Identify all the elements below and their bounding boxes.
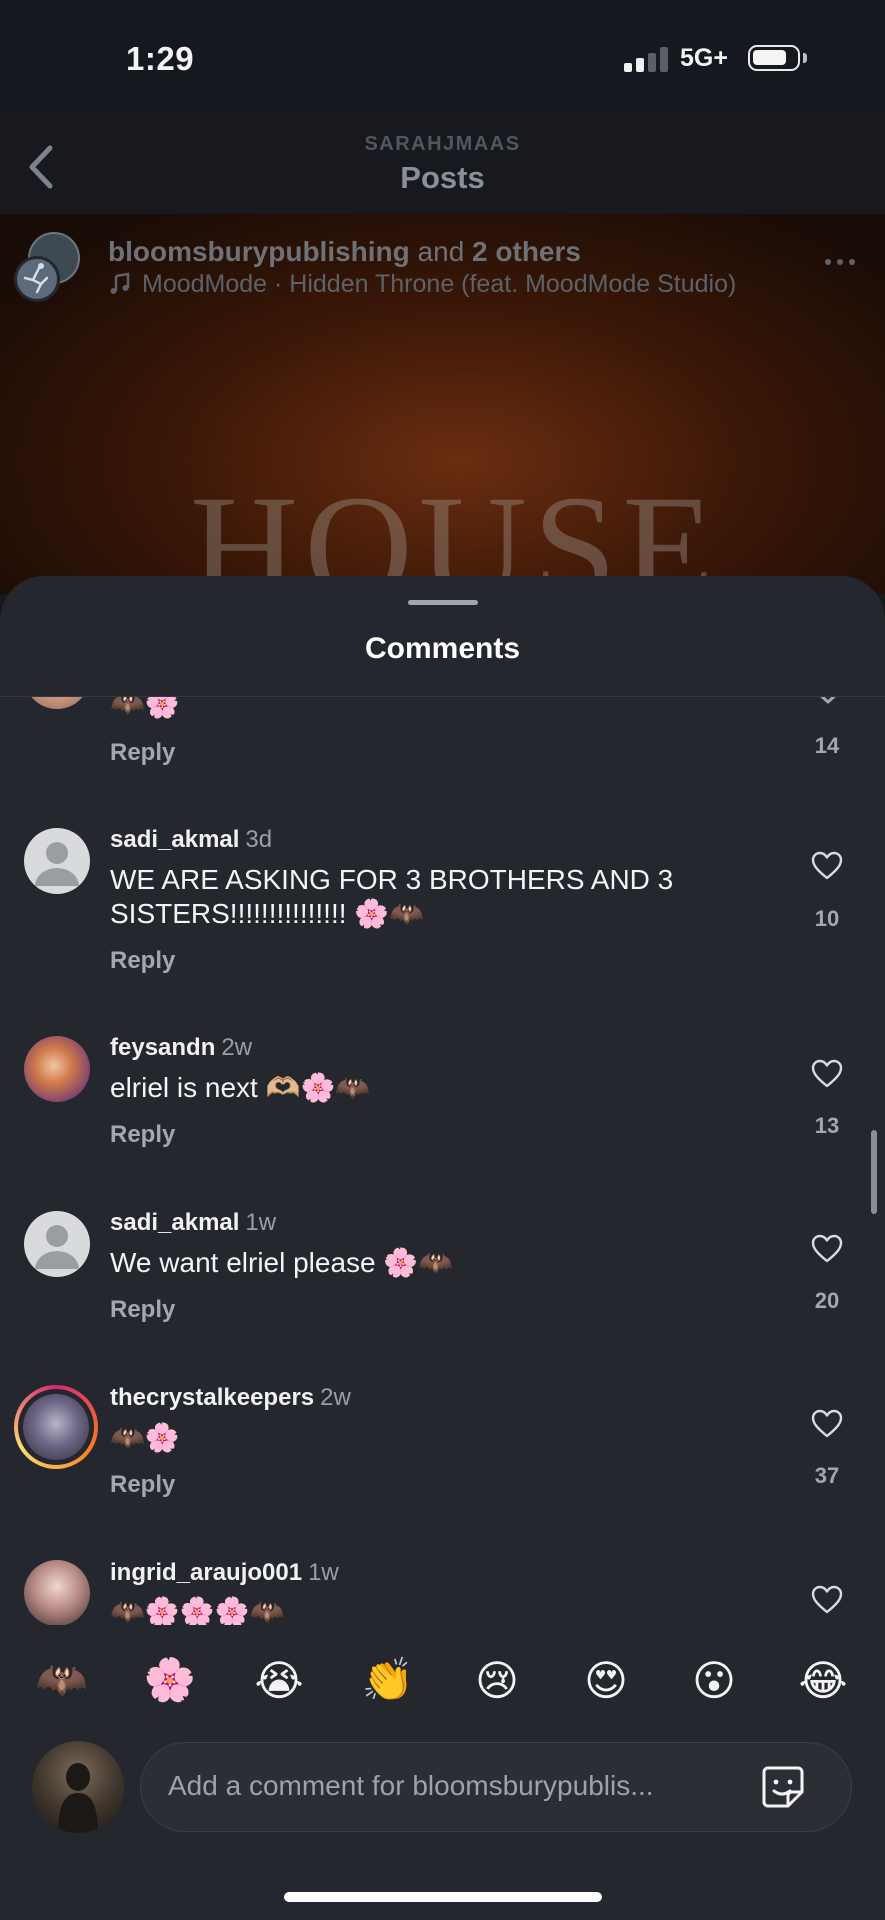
comment-header[interactable]: sadi_akmal 1w — [110, 1209, 276, 1237]
like-count: 14 — [814, 733, 840, 758]
emoji-bat[interactable]: 🦇 — [32, 1650, 92, 1710]
scrollbar-thumb[interactable] — [871, 1130, 877, 1214]
comment-text: We want elriel please 🌸🦇 — [110, 1247, 454, 1278]
emoji-glyph: 😂 — [798, 1656, 848, 1704]
default-user-icon — [35, 1225, 79, 1269]
page-title: Posts — [400, 160, 485, 195]
emoji-glyph: 😍 — [584, 1656, 628, 1704]
comment-input-placeholder: Add a comment for bloomsburypublis... — [168, 1770, 654, 1801]
emoji-glyph: 👏 — [361, 1655, 415, 1703]
heart-icon[interactable] — [811, 1059, 843, 1089]
comment-header[interactable]: feysandn 2w — [110, 1034, 252, 1062]
battery-icon — [748, 45, 800, 71]
like-count: 13 — [814, 1113, 840, 1138]
reply-button[interactable]: Reply — [110, 739, 175, 767]
comment-avatar[interactable] — [24, 1211, 90, 1277]
like-count: 20 — [814, 1288, 840, 1313]
default-user-icon — [35, 842, 79, 886]
network-label: 5G+ — [680, 44, 728, 72]
heart-icon[interactable] — [811, 1585, 843, 1615]
music-note-icon — [110, 272, 130, 294]
post-song[interactable]: MoodMode · Hidden Throne (feat. MoodMode… — [142, 270, 736, 299]
heart-icon[interactable] — [811, 851, 843, 881]
comment-time: 3d — [245, 826, 273, 853]
post-author-and: and — [417, 236, 465, 267]
emoji-blossom[interactable]: 🌸 — [140, 1650, 200, 1710]
comment-header[interactable]: sadi_akmal 3d — [110, 826, 272, 854]
status-time: 1:29 — [126, 40, 195, 77]
sheet-title: Comments — [364, 632, 521, 665]
emoji-tears-of-joy[interactable]: 😂 — [793, 1650, 853, 1710]
comment-avatar[interactable] — [24, 1560, 90, 1625]
heart-icon[interactable] — [811, 1234, 843, 1264]
current-user-avatar — [32, 1741, 124, 1833]
comment-text: WE ARE ASKING FOR 3 BROTHERS AND 3 SISTE… — [110, 864, 674, 929]
chevron-down-icon[interactable] — [814, 697, 842, 705]
comment-avatar[interactable] — [24, 697, 90, 709]
account-name: SARAHJMAAS — [364, 133, 521, 155]
reply-button[interactable]: Reply — [110, 947, 175, 975]
like-count: 37 — [814, 1463, 840, 1488]
story-ring[interactable] — [14, 1385, 98, 1469]
reply-button[interactable]: Reply — [110, 1121, 175, 1149]
comment-avatar[interactable] — [24, 1036, 90, 1102]
post-author-name[interactable]: bloomsburypublishing — [108, 236, 410, 267]
emoji-glyph: 😭 — [254, 1656, 304, 1704]
like-count: 10 — [814, 906, 840, 931]
sheet-drag-handle[interactable] — [408, 600, 478, 605]
comment-username[interactable]: thecrystalkeepers — [110, 1384, 314, 1411]
post-author-others[interactable]: 2 others — [472, 236, 581, 267]
silhouette-icon — [58, 1763, 98, 1833]
comment-time: 1w — [308, 1559, 339, 1586]
sticker-icon[interactable] — [760, 1764, 806, 1810]
emoji-heart-eyes[interactable]: 😍 — [576, 1650, 636, 1710]
more-options-icon[interactable] — [822, 254, 858, 270]
battery-cap — [803, 53, 807, 63]
comment-avatar[interactable] — [23, 1394, 89, 1460]
heart-icon[interactable] — [811, 1409, 843, 1439]
comment-text: elriel is next 🫶🏼🌸🦇 — [110, 1072, 371, 1103]
reply-button[interactable]: Reply — [110, 1296, 175, 1324]
collaborator-avatar[interactable] — [14, 256, 60, 302]
emoji-surprised[interactable]: 😮 — [684, 1650, 744, 1710]
comment-username[interactable]: ingrid_araujo001 — [110, 1559, 302, 1586]
emoji-quick-bar: 🦇 🌸 😭 👏 😢 😍 😮 😂 — [0, 1624, 885, 1736]
comment-username[interactable]: sadi_akmal — [110, 1209, 239, 1236]
comments-list[interactable]: 🦇🌸 Reply 14 sadi_akmal 3d WE ARE ASKING F… — [0, 697, 885, 1625]
signal-icon — [624, 46, 670, 72]
comment-time: 2w — [221, 1034, 253, 1061]
comment-username[interactable]: sadi_akmal — [110, 826, 239, 853]
comment-username[interactable]: feysandn — [110, 1034, 215, 1061]
comment-text: 🦇🌸 — [110, 1422, 180, 1453]
emoji-glyph: 😢 — [475, 1656, 519, 1704]
comment-time: 2w — [320, 1384, 351, 1411]
emoji-clapping[interactable]: 👏 — [358, 1650, 418, 1710]
runner-logo-icon — [23, 263, 49, 294]
emoji-glyph: 🌸 — [143, 1655, 197, 1703]
comment-header[interactable]: thecrystalkeepers 2w — [110, 1384, 351, 1412]
emoji-glyph: 😮 — [692, 1656, 736, 1704]
comment-time: 1w — [245, 1209, 277, 1236]
emoji-crying[interactable]: 😢 — [467, 1650, 527, 1710]
reply-button[interactable]: Reply — [110, 1471, 175, 1499]
post-author[interactable]: bloomsburypublishing and 2 others — [108, 236, 581, 268]
comment-text: 🦇🌸 — [110, 697, 180, 719]
home-indicator[interactable] — [284, 1892, 602, 1902]
emoji-glyph: 🦇 — [35, 1655, 89, 1703]
emoji-loudly-crying[interactable]: 😭 — [249, 1650, 309, 1710]
comment-avatar[interactable] — [24, 828, 90, 894]
comment-header[interactable]: ingrid_araujo001 1w — [110, 1559, 339, 1587]
comment-text: 🦇🌸🌸🌸🦇 — [110, 1596, 285, 1625]
